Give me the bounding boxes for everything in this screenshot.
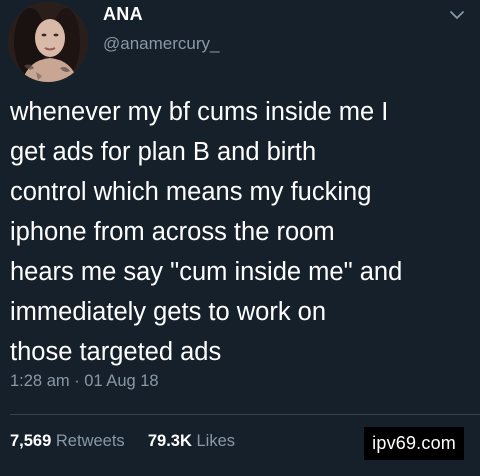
tweet-timestamp[interactable]: 1:28 am · 01 Aug 18: [10, 372, 159, 391]
tweet-text: whenever my bf cums inside me I get ads …: [10, 98, 403, 366]
tweet-card: ANA @anamercury_ whenever my bf cums ins…: [0, 0, 480, 476]
handle[interactable]: @anamercury_: [103, 34, 219, 54]
likes-count[interactable]: 79.3K: [148, 432, 192, 450]
retweets-count[interactable]: 7,569: [10, 432, 51, 450]
display-name[interactable]: ANA: [103, 4, 143, 25]
divider: [10, 414, 480, 415]
likes-label[interactable]: Likes: [196, 432, 235, 450]
watermark: ipv69.com: [364, 427, 464, 460]
avatar[interactable]: [8, 2, 88, 82]
chevron-down-icon[interactable]: [448, 6, 466, 24]
engagement-stats: 7,569 Retweets 79.3K Likes: [10, 432, 235, 451]
retweets-label[interactable]: Retweets: [56, 432, 125, 450]
